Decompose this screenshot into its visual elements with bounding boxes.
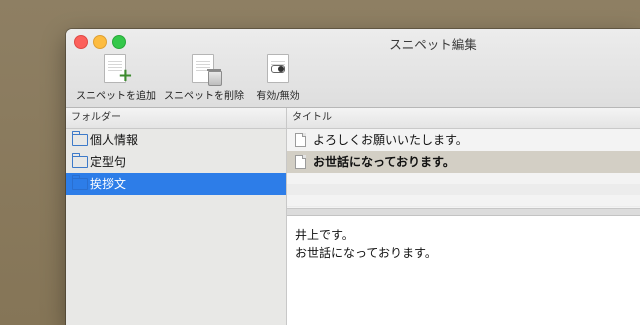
delete-snippet-button[interactable]: スニペットを削除 — [162, 54, 246, 102]
empty-list-area — [287, 173, 640, 207]
snippet-item-selected[interactable]: お世話になっております。 — [287, 151, 640, 173]
snippet-document-icon — [295, 155, 306, 169]
snippet-title: お世話になっております。 — [313, 155, 455, 169]
snippet-editor-window: スニペット編集 + スニペットを追加 スニペットを削除 有効/無効 フォルダー — [66, 29, 640, 325]
snippet-document-icon — [295, 133, 306, 147]
folder-item-personal-info[interactable]: 個人情報 — [66, 129, 286, 151]
snippet-item[interactable]: よろしくお願いいたします。 — [287, 129, 640, 151]
folder-icon — [71, 175, 88, 190]
folder-column-header[interactable]: フォルダー — [66, 108, 286, 129]
toggle-enabled-icon — [267, 54, 289, 84]
add-snippet-icon: + — [104, 54, 133, 85]
title-column-header[interactable]: タイトル — [287, 108, 640, 129]
folder-item-fixed-phrases[interactable]: 定型句 — [66, 151, 286, 173]
toggle-enabled-button[interactable]: 有効/無効 — [250, 54, 306, 102]
folder-icon — [71, 153, 88, 168]
snippet-content-editor[interactable]: 井上です。 お世話になっております。 — [287, 216, 640, 325]
folder-label: 定型句 — [90, 155, 127, 169]
window-title: スニペット編集 — [389, 37, 477, 52]
folder-icon — [71, 131, 88, 146]
delete-snippet-label: スニペットを削除 — [164, 91, 244, 102]
add-snippet-button[interactable]: + スニペットを追加 — [71, 54, 161, 102]
folder-label: 挨拶文 — [90, 177, 127, 191]
pane-splitter[interactable] — [287, 209, 640, 216]
snippet-list: タイトル よろしくお願いいたします。 お世話になっております。 — [287, 108, 640, 209]
add-snippet-label: スニペットを追加 — [76, 91, 156, 102]
folder-label: 個人情報 — [90, 133, 139, 147]
toggle-enabled-label: 有効/無効 — [256, 91, 300, 102]
delete-snippet-icon — [192, 54, 222, 86]
folder-item-greetings[interactable]: 挨拶文 — [66, 173, 286, 195]
title-bar: スニペット編集 + スニペットを追加 スニペットを削除 有効/無効 — [66, 29, 640, 108]
snippet-title: よろしくお願いいたします。 — [313, 133, 468, 147]
folder-sidebar: フォルダー 個人情報 定型句 挨拶文 — [66, 108, 287, 325]
